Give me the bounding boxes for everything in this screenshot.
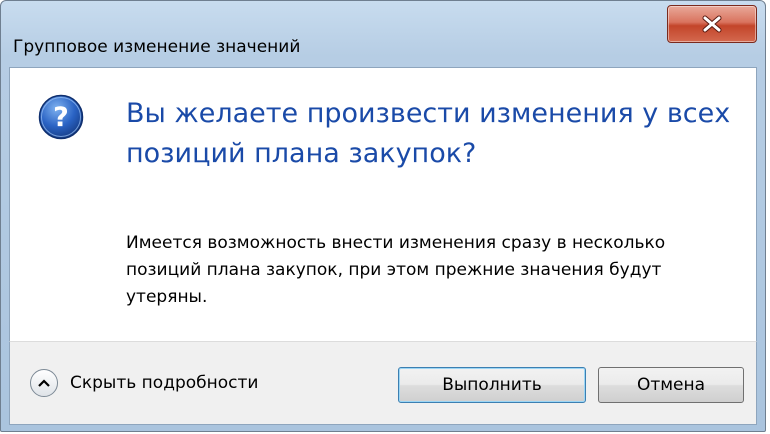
svg-text:?: ?	[53, 102, 69, 133]
chevron-up-icon[interactable]	[30, 369, 58, 397]
hide-details-label[interactable]: Скрыть подробности	[70, 373, 258, 393]
dialog-content: ? Вы желаете произвести изменения у всех…	[9, 67, 757, 341]
hide-details-toggle[interactable]: Скрыть подробности	[30, 364, 258, 402]
dialog-footer: Скрыть подробности Выполнить Отмена	[9, 341, 757, 425]
close-button[interactable]	[667, 5, 757, 43]
title-bar[interactable]: Групповое изменение значений	[1, 1, 765, 67]
dialog-window: Групповое изменение значений ? Вы желает…	[0, 0, 766, 432]
execute-button[interactable]: Выполнить	[398, 367, 586, 403]
close-icon	[702, 15, 722, 33]
window-title: Групповое изменение значений	[13, 37, 301, 57]
details-text: Имеется возможность внести изменения сра…	[126, 233, 666, 307]
cancel-button[interactable]: Отмена	[598, 367, 744, 403]
question-icon: ?	[38, 94, 84, 140]
main-instruction: Вы желаете произвести изменения у всех п…	[126, 98, 731, 169]
